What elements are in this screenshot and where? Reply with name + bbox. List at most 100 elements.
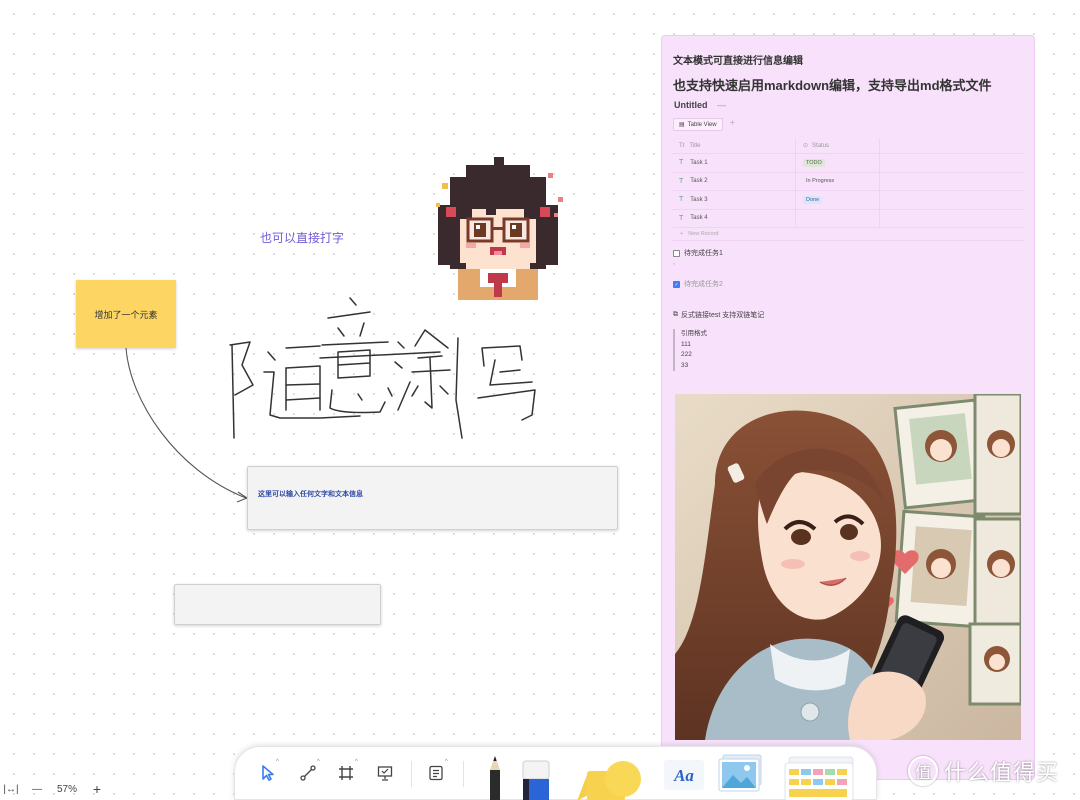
status-badge: Done [803,195,823,204]
table-header-row: Tt Title ⊙ Status [672,138,1025,154]
task-title: Task 1 [690,159,708,166]
task-status-cell[interactable] [796,209,880,227]
text-box-content: 这里可以输入任何文字和文本信息 [258,491,363,498]
watermark-logo-icon: 值 [908,756,938,786]
chevron-up-icon[interactable]: ^ [445,759,448,765]
shape-tool-button[interactable] [573,757,643,800]
quote-line: 222 [681,351,692,358]
anime-illustration-image[interactable] [675,394,1021,740]
connector-tool-button[interactable] [297,761,319,785]
doc-heading-small[interactable]: 文本模式可直接进行信息编辑 [673,52,803,67]
status-badge: In Progress [806,178,835,185]
cursor-icon [262,765,274,781]
text-type-icon: T [679,214,684,222]
column-header-empty [880,138,1025,153]
task-title-cell[interactable]: T Task 1 [672,154,796,172]
column-header-status[interactable]: ⊙ Status [796,138,880,153]
watermark-text: 什么值得买 [944,761,1060,786]
eraser-icon [522,760,550,800]
doc-heading-large[interactable]: 也支持快速启用markdown编辑，支持导出md格式文件 [673,75,992,94]
text-icon: Aa [664,760,704,790]
frame-icon [339,766,353,780]
table-icon: ▤ [679,122,685,128]
tab-table-view[interactable]: ▤ Table View [673,118,723,131]
status-badge: TODO [803,158,825,167]
add-view-button[interactable]: + [730,118,735,127]
chevron-up-icon[interactable]: ^ [355,759,358,765]
backlink[interactable]: ⧉ 反式链接test 支持双链笔记 [673,310,764,320]
checkbox-checked[interactable]: ✓ [673,280,680,288]
status-type-icon: ⊙ [803,143,809,149]
pixel-avatar-image[interactable] [428,155,568,300]
quote-line: 111 [681,340,691,348]
task-title-cell[interactable]: T Task 3 [672,191,796,209]
task-status-cell[interactable]: Done [796,191,880,209]
text-tool-button[interactable]: Aa [663,759,705,791]
pencil-icon [490,756,500,800]
table-row[interactable]: T Task 4 [672,209,1025,228]
table-row[interactable]: T Task 3 Done [672,191,1025,210]
empty-cell[interactable] [880,173,1025,191]
zoom-level[interactable]: 57% [52,784,82,795]
column-header-title[interactable]: Tt Title [672,138,796,153]
pen-tool-button[interactable] [485,753,505,800]
watermark: 值 什么值得买 [908,755,1059,787]
toolbar-divider [411,761,412,787]
task-title: Task 3 [690,196,708,203]
empty-text-box[interactable] [174,584,381,625]
connector-icon [300,765,316,781]
empty-cell[interactable] [880,191,1025,209]
checkbox-unchecked[interactable] [673,249,680,257]
quote-line: 引用格式 [681,330,707,337]
template-tool-button[interactable] [783,755,859,800]
status-badge [803,217,809,219]
column-header-status-label: Status [812,142,830,149]
task-title: Task 4 [690,215,708,222]
presentation-icon [377,766,393,781]
svg-text:Aa: Aa [673,766,694,785]
task-status-cell[interactable]: TODO [796,154,880,172]
plus-icon: + [680,231,684,237]
image-icon [718,754,762,792]
note-icon [429,765,443,781]
image-tool-button[interactable] [717,753,765,797]
toolbar-divider [463,761,464,787]
chevron-up-icon[interactable]: ^ [317,759,320,765]
new-record-button[interactable]: + New Record [672,228,1025,241]
task-title-cell[interactable]: T Task 4 [672,209,796,227]
database-table: Tt Title ⊙ Status T Task 1 TODO T Task 2 In P… [672,138,1025,241]
todo-item-label: 待完成任务1 [684,250,723,257]
table-body: T Task 1 TODO T Task 2 In Progress T Task 3 Done… [672,154,1025,228]
handwriting-drawing[interactable] [220,290,550,440]
todo-item[interactable]: ✓ 待完成任务2 [673,279,723,289]
template-icon [784,756,854,800]
table-row[interactable]: T Task 1 TODO [672,154,1025,173]
zoom-out-button[interactable]: — [22,784,52,795]
presentation-tool-button[interactable] [374,761,396,785]
database-title[interactable]: Untitled [674,100,708,110]
frame-tool-button[interactable] [335,761,357,785]
text-type-icon: T [679,196,684,204]
todo-item[interactable]: 待完成任务1 [673,248,723,258]
fit-width-button[interactable]: |↔| [0,784,22,795]
zoom-controls: |↔| — 57% + [0,778,112,800]
note-tool-button[interactable] [425,761,447,785]
text-type-icon: Tt [679,142,685,149]
task-status-cell[interactable]: In Progress [796,172,880,190]
document-panel[interactable]: 文本模式可直接进行信息编辑 也支持快速启用markdown编辑，支持导出md格式… [661,35,1035,780]
backlink-label: 反式链接test 支持双链笔记 [681,312,765,319]
quote-line: 33 [681,361,689,369]
tab-table-view-label: Table View [687,121,717,128]
zoom-in-button[interactable]: + [82,781,112,797]
database-title-separator: — [717,100,726,110]
table-row[interactable]: T Task 2 In Progress [672,172,1025,191]
blockquote[interactable]: 引用格式 111 222 33 [673,329,707,371]
text-box[interactable]: 这里可以输入任何文字和文本信息 [247,466,618,530]
chevron-up-icon[interactable]: ^ [276,759,279,765]
link-icon: ⧉ [673,311,678,318]
empty-cell[interactable] [880,210,1025,228]
task-title-cell[interactable]: T Task 2 [672,172,796,190]
empty-cell[interactable] [880,154,1025,172]
eraser-tool-button[interactable] [521,759,551,800]
todo-item-label: 待完成任务2 [684,281,723,288]
